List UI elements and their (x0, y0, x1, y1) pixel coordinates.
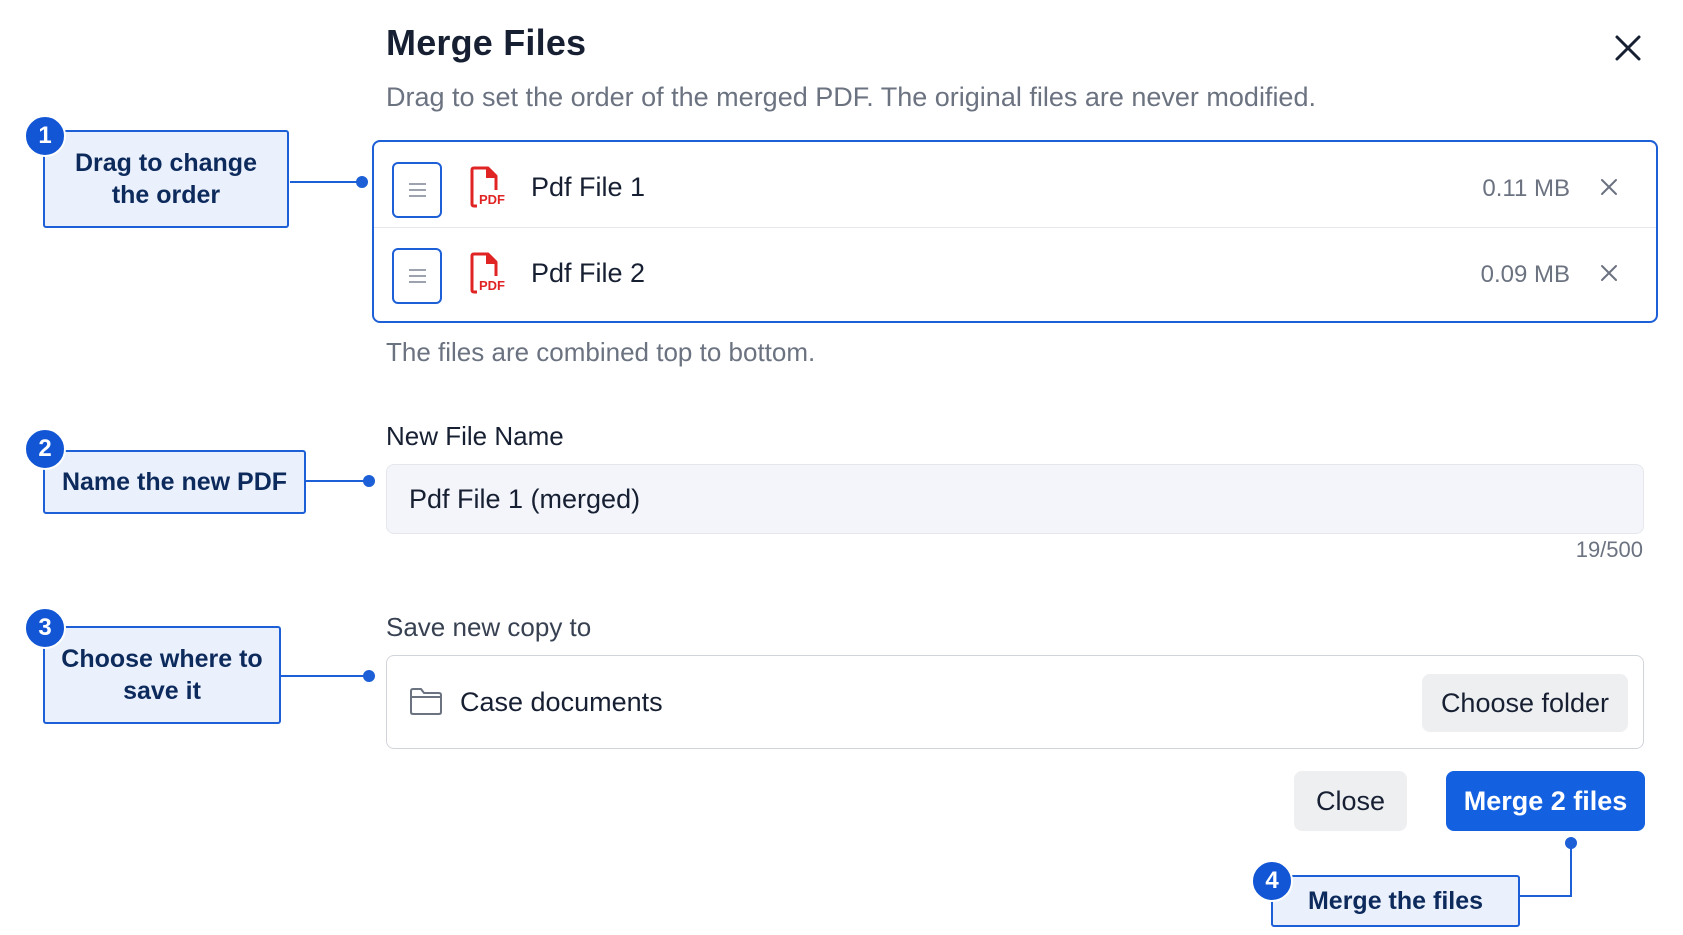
file-size: 0.11 MB (1482, 175, 1570, 202)
close-dialog-button[interactable] (1606, 26, 1650, 70)
remove-file-button[interactable] (1596, 260, 1622, 286)
drag-handle[interactable] (392, 162, 442, 218)
save-location-field: Case documents Choose folder (386, 655, 1644, 749)
file-name: Pdf File 2 (531, 258, 646, 288)
callout-text: Drag to change the order (75, 148, 257, 210)
callout-drag-order: Drag to change the order (43, 130, 289, 228)
drag-handle[interactable] (392, 248, 442, 304)
step-badge: 2 (24, 428, 66, 470)
close-icon (1601, 179, 1617, 195)
file-row[interactable]: PDF Pdf File 1 0.11 MB (374, 142, 1656, 228)
file-row[interactable]: PDF Pdf File 2 0.09 MB (374, 228, 1656, 314)
close-icon (1615, 35, 1641, 61)
svg-text:PDF: PDF (479, 278, 505, 293)
close-button[interactable]: Close (1294, 771, 1407, 831)
file-size: 0.09 MB (1480, 261, 1570, 288)
step-badge: 3 (24, 607, 66, 649)
step-badge: 1 (24, 115, 66, 157)
dialog-subtitle: Drag to set the order of the merged PDF.… (386, 82, 1316, 112)
callout-save-location: Choose where to save it (43, 626, 281, 724)
selected-folder-name: Case documents (460, 687, 663, 717)
files-order-hint: The files are combined top to bottom. (386, 337, 816, 367)
drag-handle-icon (409, 183, 426, 197)
callout-text: Choose where to save it (61, 644, 263, 706)
pdf-file-icon: PDF (470, 166, 505, 208)
svg-text:PDF: PDF (479, 192, 505, 207)
new-file-name-label: New File Name (386, 421, 564, 451)
choose-folder-button[interactable]: Choose folder (1422, 674, 1628, 732)
dialog-title: Merge Files (386, 22, 587, 63)
folder-icon (410, 688, 442, 715)
pdf-file-icon: PDF (470, 252, 505, 294)
callout-merge: Merge the files (1271, 875, 1520, 927)
save-location-label: Save new copy to (386, 612, 592, 642)
new-file-name-input[interactable] (386, 464, 1644, 534)
file-order-list: PDF Pdf File 1 0.11 MB PDF Pdf File 2 0.… (372, 140, 1658, 323)
close-icon (1601, 265, 1617, 281)
drag-handle-icon (409, 269, 426, 283)
remove-file-button[interactable] (1596, 174, 1622, 200)
file-name: Pdf File 1 (531, 172, 646, 202)
character-counter: 19/500 (1575, 537, 1643, 562)
merge-files-button[interactable]: Merge 2 files (1446, 771, 1645, 831)
step-badge: 4 (1251, 860, 1293, 902)
callout-text: Merge the files (1307, 886, 1484, 915)
callout-name-pdf: Name the new PDF (43, 450, 306, 514)
callout-text: Name the new PDF (61, 467, 288, 496)
